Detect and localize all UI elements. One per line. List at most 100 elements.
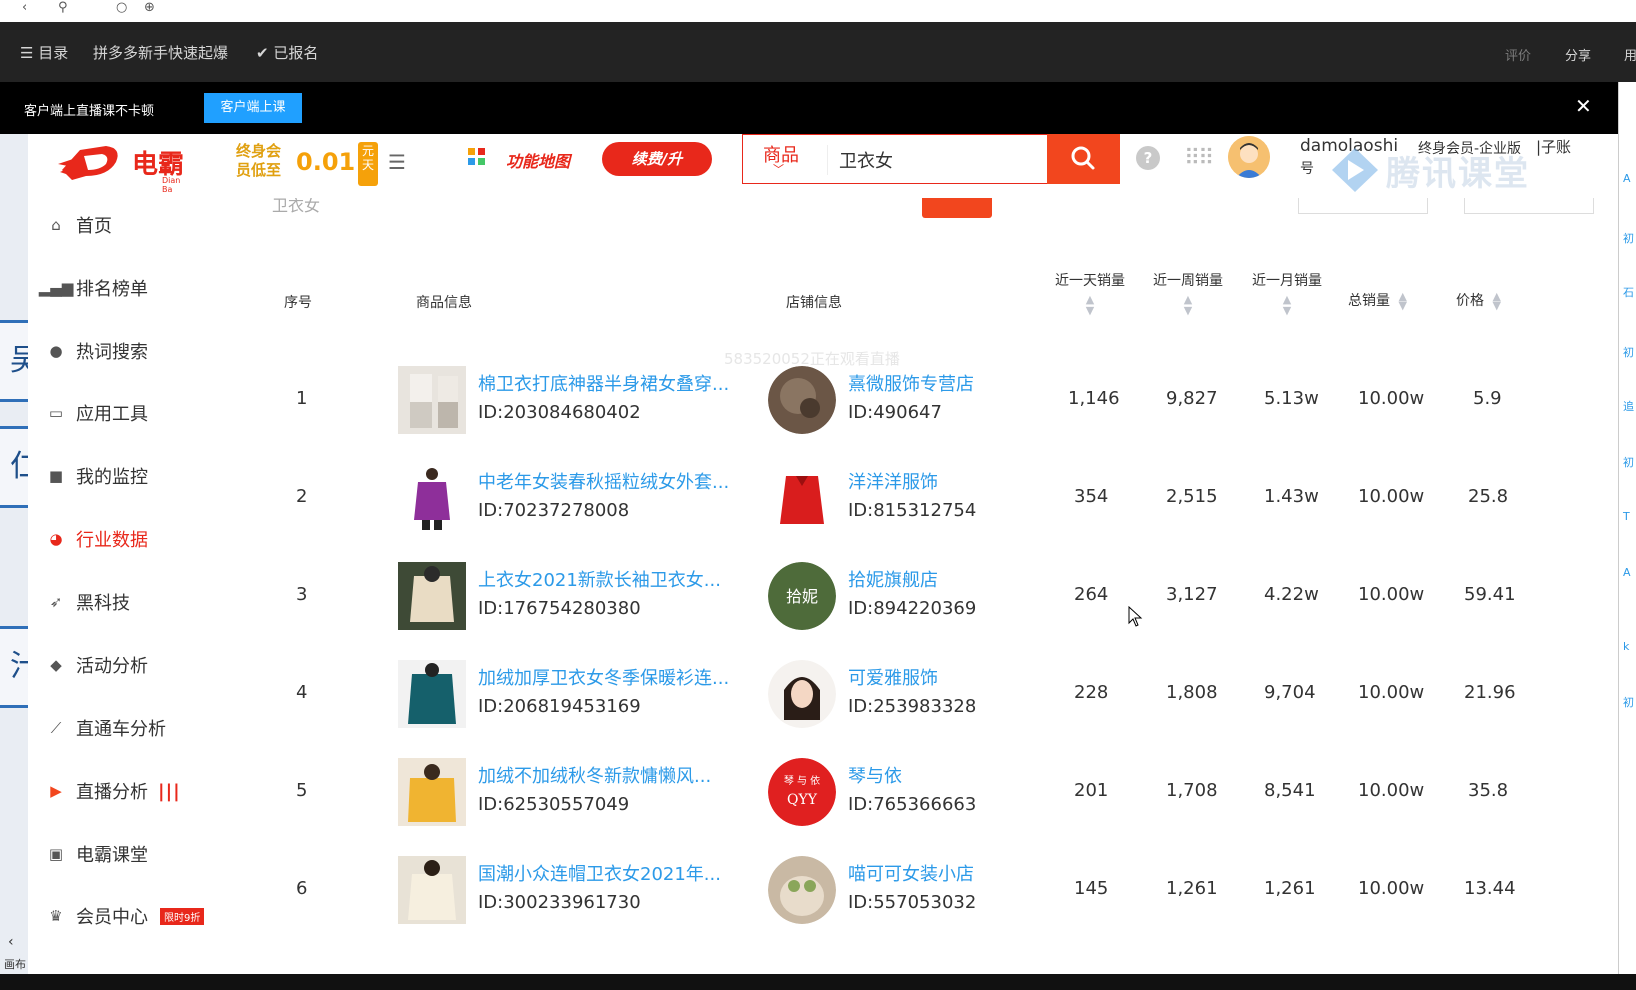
- row-index: 3: [296, 584, 308, 605]
- header-price[interactable]: 价格 ▲ ▼: [1456, 290, 1501, 311]
- globe-icon[interactable]: ⊕: [144, 0, 155, 15]
- sidebar-item-hot-search[interactable]: ● 热词搜索: [46, 336, 148, 366]
- refresh-icon[interactable]: ○: [116, 0, 127, 15]
- renew-upgrade-button[interactable]: 续费/升: [602, 142, 712, 176]
- shop-avatar[interactable]: [768, 856, 836, 924]
- product-thumbnail[interactable]: [398, 758, 466, 826]
- sidebar-item-black-tech[interactable]: ➶ 黑科技: [46, 587, 130, 617]
- sidebar-item-monitor[interactable]: ■ 我的监控: [46, 461, 148, 491]
- help-icon[interactable]: ?: [1136, 146, 1160, 170]
- svg-text:拾妮: 拾妮: [786, 587, 818, 606]
- shop-name-link[interactable]: 琴与依: [848, 762, 902, 788]
- search-input[interactable]: 卫衣女: [839, 147, 893, 173]
- sidebar-item-member-center[interactable]: ♛ 会员中心 限时9折: [46, 901, 205, 931]
- shop-name-link[interactable]: 熹微服饰专营店: [848, 370, 974, 396]
- day-sales: 354: [1074, 486, 1109, 507]
- month-sales: 1.43w: [1264, 486, 1319, 507]
- shop-avatar[interactable]: [768, 464, 836, 532]
- table-row[interactable]: 2 中老年女装春秋摇粒绒女外套... ID:70237278008 洋洋洋服饰 …: [268, 448, 1598, 546]
- more-button[interactable]: 用: [1624, 45, 1636, 64]
- shop-name-link[interactable]: 可爱雅服饰: [848, 664, 938, 690]
- camera-icon: ■: [48, 467, 64, 485]
- collapse-arrow-icon[interactable]: ‹: [8, 934, 14, 950]
- shop-id: ID:557053032: [848, 892, 977, 913]
- apps-grid-icon[interactable]: ⠿⠿: [1184, 146, 1214, 171]
- avatar[interactable]: [1228, 136, 1270, 178]
- product-thumbnail[interactable]: [398, 464, 466, 532]
- shop-name-link[interactable]: 拾妮旗舰店: [848, 566, 938, 592]
- day-sales: 201: [1074, 780, 1109, 801]
- search-button[interactable]: [1047, 134, 1120, 184]
- menu-list-icon[interactable]: ☰: [388, 150, 406, 174]
- pin-icon[interactable]: ⚲: [58, 0, 68, 15]
- header-month-sales[interactable]: 近一月销量 ▲ ▼: [1249, 270, 1325, 316]
- shop-id: ID:815312754: [848, 500, 977, 521]
- row-index: 2: [296, 486, 308, 507]
- sidebar-item-home[interactable]: ⌂ 首页: [46, 210, 112, 240]
- header-day-sales[interactable]: 近一天销量 ▲ ▼: [1052, 270, 1128, 316]
- product-thumbnail[interactable]: [398, 562, 466, 630]
- day-sales: 145: [1074, 878, 1109, 899]
- sidebar-item-live-analysis[interactable]: ▶ 直播分析 |||: [46, 776, 181, 806]
- product-name-link[interactable]: 中老年女装春秋摇粒绒女外套...: [478, 468, 729, 494]
- table-header: 序号 商品信息 店铺信息 近一天销量 ▲ ▼ 近一周销量 ▲ ▼ 近一月销量 ▲ ▼ …: [268, 264, 1598, 324]
- product-thumbnail[interactable]: [398, 366, 466, 434]
- product-name-link[interactable]: 棉卫衣打底神器半身裙女叠穿...: [478, 370, 729, 396]
- membership-promo[interactable]: 终身会员低至 0.01 元天: [236, 142, 386, 186]
- product-thumbnail[interactable]: [398, 856, 466, 924]
- sort-icon[interactable]: ▲ ▼: [1249, 294, 1325, 316]
- table-row[interactable]: 3 上衣女2021新款长袖卫衣女... ID:176754280380 拾妮 拾…: [268, 546, 1598, 644]
- table-row[interactable]: 6 国潮小众连帽卫衣女2021年... ID:300233961730 喵可可女…: [268, 840, 1598, 938]
- sort-icon[interactable]: ▲ ▼: [1150, 294, 1226, 316]
- share-button[interactable]: 分享: [1565, 45, 1591, 64]
- live-notice-bar: 客户端上直播课不卡顿 客户端上课 ✕: [0, 82, 1618, 134]
- header-total-sales[interactable]: 总销量 ▲ ▼: [1348, 290, 1407, 311]
- sidebar-item-activity-analysis[interactable]: ◆ 活动分析: [46, 650, 148, 680]
- product-id: ID:206819453169: [478, 696, 641, 717]
- shop-avatar[interactable]: [768, 366, 836, 434]
- product-name-link[interactable]: 国潮小众连帽卫衣女2021年...: [478, 860, 721, 886]
- chat-fragment: T: [1623, 510, 1630, 523]
- chat-fragment: 初: [1623, 232, 1634, 245]
- sidebar-item-ztc-analysis[interactable]: ⟋ 直通车分析: [46, 713, 166, 743]
- product-name-link[interactable]: 加绒加厚卫衣女冬季保暖衫连...: [478, 664, 729, 690]
- table-row[interactable]: 1 棉卫衣打底神器半身裙女叠穿... ID:203084680402 熹微服饰专…: [268, 350, 1598, 448]
- product-name-link[interactable]: 加绒不加绒秋冬新款慵懒风...: [478, 762, 711, 788]
- client-class-button[interactable]: 客户端上课: [204, 93, 302, 123]
- shop-name-link[interactable]: 喵可可女装小店: [848, 860, 974, 886]
- sub-account-link[interactable]: |子账: [1536, 136, 1571, 157]
- header-week-sales[interactable]: 近一周销量 ▲ ▼: [1150, 270, 1226, 316]
- function-map-icon[interactable]: [468, 148, 486, 166]
- back-icon[interactable]: ‹: [22, 0, 27, 15]
- product-id: ID:176754280380: [478, 598, 641, 619]
- course-header: ☰ 目录 拼多多新手快速起爆 ✔ 已报名 评价 分享 用: [0, 22, 1636, 82]
- product-thumbnail[interactable]: [398, 660, 466, 728]
- chat-fragment: k: [1623, 640, 1630, 653]
- shop-avatar[interactable]: 琴 与 依 QYY: [768, 758, 836, 826]
- function-map-link[interactable]: 功能地图: [506, 148, 570, 172]
- sidebar-item-industry-data[interactable]: ◕ 行业数据: [46, 524, 148, 554]
- sort-icon[interactable]: ▲ ▼: [1398, 291, 1406, 311]
- shop-logo-icon: [768, 660, 836, 728]
- sidebar-item-tools[interactable]: ▭ 应用工具: [46, 398, 148, 428]
- chat-fragment: 初: [1623, 346, 1634, 359]
- shop-name-link[interactable]: 洋洋洋服饰: [848, 468, 938, 494]
- catalog-button[interactable]: ☰ 目录: [20, 42, 68, 63]
- product-name-link[interactable]: 上衣女2021新款长袖卫衣女...: [478, 566, 721, 592]
- day-sales: 228: [1074, 682, 1109, 703]
- sidebar-item-classroom[interactable]: ▣ 电霸课堂: [46, 839, 148, 869]
- sort-icon[interactable]: ▲ ▼: [1052, 294, 1128, 316]
- shop-avatar[interactable]: 拾妮: [768, 562, 836, 630]
- rate-button[interactable]: 评价: [1505, 45, 1531, 64]
- table-row[interactable]: 4 加绒加厚卫衣女冬季保暖衫连... ID:206819453169 可爱雅服饰…: [268, 644, 1598, 742]
- chevron-down-icon[interactable]: ﹀: [773, 161, 784, 177]
- sort-icon[interactable]: ▲ ▼: [1492, 291, 1500, 311]
- shop-avatar[interactable]: [768, 660, 836, 728]
- shop-id: ID:894220369: [848, 598, 977, 619]
- play-icon: ▣: [48, 845, 64, 863]
- close-icon[interactable]: ✕: [1575, 94, 1592, 118]
- table-row[interactable]: 5 加绒不加绒秋冬新款慵懒风... ID:62530557049 琴 与 依 Q…: [268, 742, 1598, 840]
- dianba-logo[interactable]: 电霸 Dian Ba: [58, 140, 188, 194]
- shop-id: ID:765366663: [848, 794, 977, 815]
- sidebar-item-rankings[interactable]: ▂▄▆ 排名榜单: [39, 273, 148, 303]
